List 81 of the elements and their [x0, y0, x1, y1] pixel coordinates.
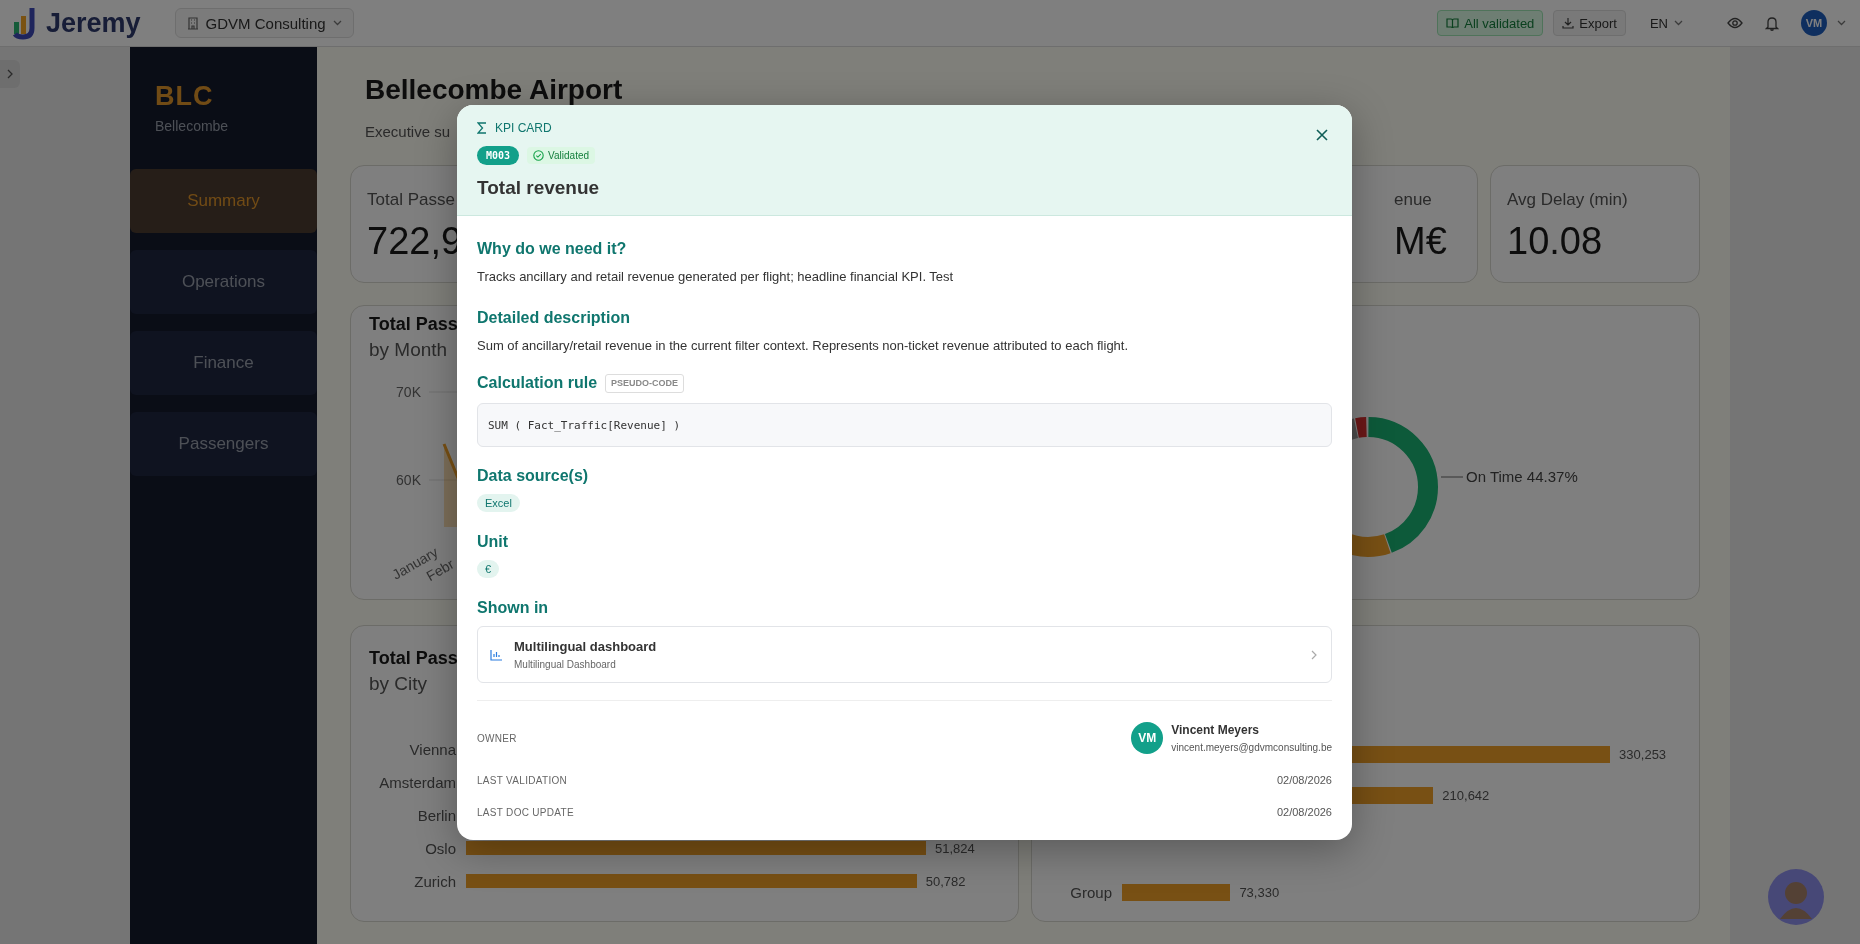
chart-label: On Time 44.37% [1466, 468, 1578, 485]
sidebar-toggle-button[interactable] [0, 60, 20, 88]
check-circle-icon [533, 149, 545, 161]
airport-name: Bellecombe [154, 118, 230, 134]
section-heading: Unit [477, 532, 509, 552]
bar-chart-icon [490, 648, 503, 661]
bar-label: Vienna [408, 740, 456, 758]
chart-subtitle: by City [369, 673, 428, 695]
owner-email: vincent.meyers@gdvmconsulting.be [1171, 742, 1332, 753]
dashboard-title: Multilingual dashboard [514, 639, 657, 654]
user-avatar[interactable]: VM [1801, 10, 1827, 36]
section-heading: Data source(s) [477, 466, 589, 486]
page-subtitle: Executive su [365, 123, 451, 140]
dashboard-subtitle: Multilingual Dashboard [514, 659, 616, 670]
meta-label: LAST VALIDATION [477, 774, 568, 786]
sidebar-item[interactable]: Summary [130, 169, 317, 233]
airport-code: BLC [154, 81, 215, 112]
kpi-value: 10.08 [1507, 220, 1603, 263]
bar-label: Zurich [413, 872, 456, 890]
axis-tick-label: 60K [396, 472, 421, 488]
chevron-right-icon [7, 69, 13, 79]
code-type-tag: PSEUDO-CODE [605, 373, 685, 393]
owner-name: Vincent Meyers [1171, 723, 1260, 737]
eye-icon[interactable] [1727, 17, 1743, 29]
sidebar-item[interactable]: Finance [130, 331, 317, 395]
section-text: Tracks ancillary and retail revenue generated per flight; headline financial KPI. Test [477, 268, 955, 286]
sidebar-item[interactable]: Operations [130, 250, 317, 314]
leader-line [1440, 476, 1464, 478]
app-logo[interactable]: Jeremy [46, 7, 141, 39]
caret-icon[interactable] [1837, 20, 1846, 26]
bar-label: Amsterdam [378, 773, 456, 791]
section-heading: Why do we need it? [477, 239, 627, 259]
kpi-label: Avg Delay (min) [1507, 190, 1628, 210]
kpi-label: enue [1394, 190, 1432, 210]
language-selector[interactable]: EN [1643, 14, 1689, 32]
validation-button[interactable]: All validated [1437, 10, 1544, 36]
organization-selector[interactable]: GDVM Consulting [174, 8, 354, 38]
sigma-icon [477, 122, 487, 134]
caret-icon [1674, 20, 1683, 26]
export-button[interactable]: Export [1553, 10, 1626, 36]
bar-value: 210,642 [1442, 787, 1490, 803]
section-heading: Shown in [477, 598, 549, 618]
kpi-code: M003 [477, 145, 520, 165]
meta-value: 02/08/2026 [1276, 774, 1332, 786]
unit-chip: € [477, 560, 500, 578]
section-heading: Detailed description [477, 308, 630, 328]
axis-tick-label: 70K [396, 384, 421, 400]
book-icon [1446, 17, 1460, 29]
source-chip: Excel [477, 494, 520, 512]
dialog-title: Total revenue [477, 176, 600, 200]
chart-title: Total Pass [369, 314, 458, 335]
meta-value: 02/08/2026 [1276, 806, 1332, 818]
page-title: Bellecombe Airport [365, 75, 623, 105]
bar-value: 330,253 [1619, 746, 1667, 762]
card-type-label: KPI CARD [495, 121, 552, 135]
building-icon [186, 16, 199, 30]
download-icon [1562, 17, 1575, 29]
bar-value: 73,330 [1239, 884, 1280, 900]
bar-label: Oslo [424, 839, 456, 857]
meta-label: LAST DOC UPDATE [477, 806, 574, 818]
code-block: SUM ( Fact_Traffic[Revenue] ) [477, 403, 1332, 447]
bar-value: 50,782 [925, 873, 966, 889]
caret-icon [332, 20, 342, 26]
close-icon [1316, 129, 1328, 141]
kpi-value: M€ [1394, 220, 1447, 263]
meta-label: OWNER [477, 732, 517, 744]
owner-avatar: VM [1131, 722, 1164, 754]
bell-icon[interactable] [1765, 15, 1779, 31]
kpi-label: Total Passe [367, 190, 455, 210]
section-text: Sum of ancillary/retail revenue in the current filter context. Represents non-ticket revenue attributed to each flight. [477, 337, 1130, 355]
chevron-right-icon [1311, 649, 1317, 660]
bar-label: Group [1069, 883, 1112, 901]
section-heading: Calculation rule [477, 373, 598, 393]
dashboard-link[interactable]: Multilingual dashboard Multilingual Dashboard [477, 626, 1332, 683]
chart-subtitle: by Month [369, 339, 448, 361]
bar-value: 51,824 [935, 840, 975, 856]
sidebar-item[interactable]: Passengers [130, 412, 317, 476]
status-badge: Validated [527, 146, 596, 164]
assistant-avatar[interactable] [1768, 869, 1824, 925]
bar-label: Berlin [416, 806, 456, 824]
chart-title: Total Pass [369, 648, 458, 669]
